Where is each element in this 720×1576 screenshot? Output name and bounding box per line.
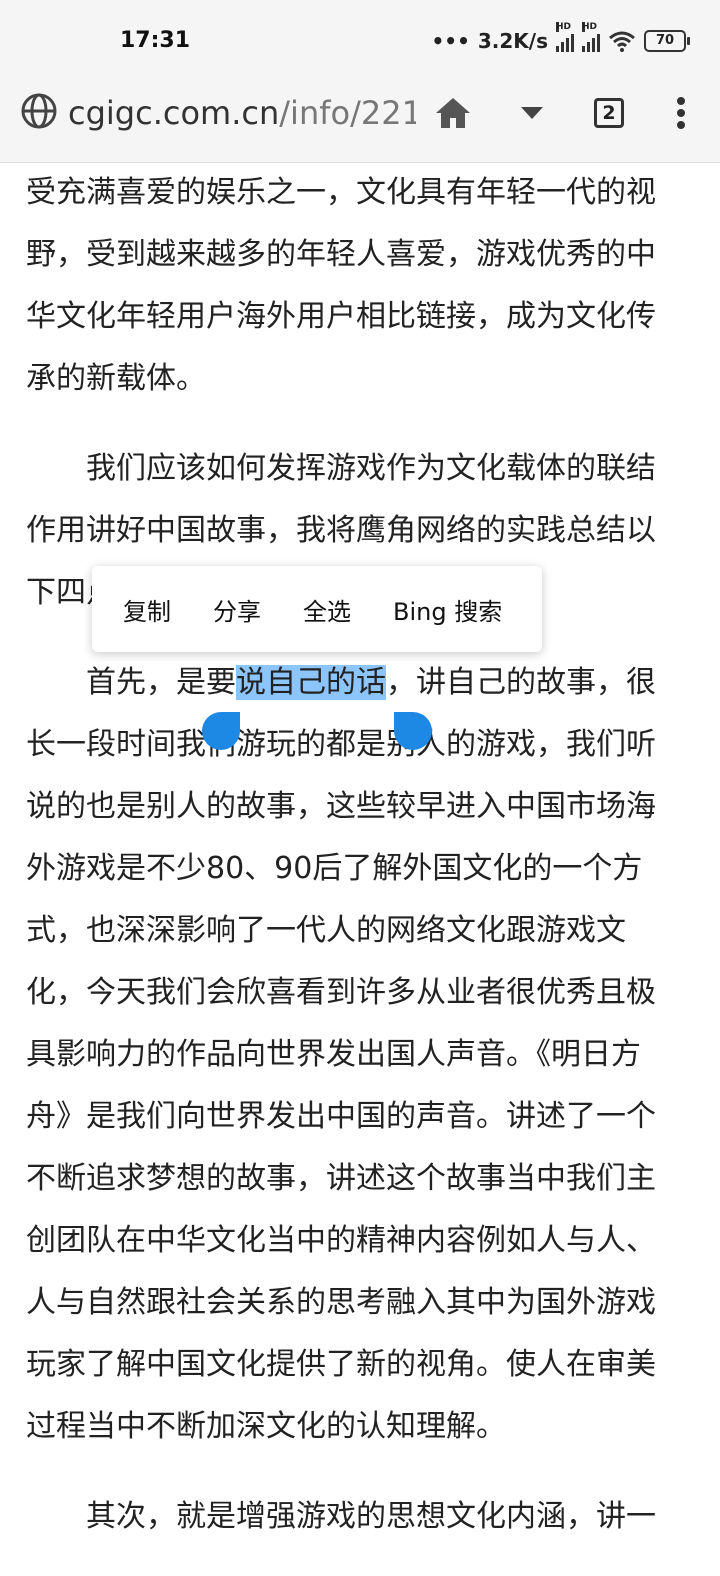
selection-start-handle[interactable]: [202, 712, 240, 750]
hd-signal-icon: HD: [556, 22, 574, 52]
notification-dots: •••: [431, 29, 470, 53]
tab-switcher-button[interactable]: 2: [584, 88, 634, 138]
copy-menu-item[interactable]: 复制: [102, 592, 192, 627]
more-vert-icon: [677, 97, 685, 129]
article-paragraph-3-suffix: ，讲自己的故事，很长一段时间我们游玩的都是别人的游戏，我们听说的也是别人的故事，…: [26, 665, 656, 1444]
selected-text[interactable]: 说自己的话: [236, 665, 386, 700]
selection-end-handle[interactable]: [394, 712, 432, 750]
article-paragraph-1: 受充满喜爱的娱乐之一，文化具有年轻一代的视野，受到越来越多的年轻人喜爱，游戏优秀…: [26, 175, 656, 396]
wifi-icon: [609, 31, 635, 52]
article-paragraph-3-prefix: 首先，是要: [86, 665, 236, 700]
home-icon: [436, 98, 470, 128]
more-menu-button[interactable]: [656, 88, 706, 138]
battery-icon: 70: [644, 30, 690, 52]
hd-signal-icon: HD: [582, 22, 600, 52]
status-indicators: ••• 3.2K/s HD HD 70: [431, 22, 690, 56]
article-body: 受充满喜爱的娱乐之一，文化具有年轻一代的视野，受到越来越多的年轻人喜爱，游戏优秀…: [26, 162, 676, 1576]
url-path: /info/22161.: [279, 94, 416, 132]
tab-switcher-icon: 2: [594, 98, 624, 128]
select-all-menu-item[interactable]: 全选: [282, 592, 372, 627]
dropdown-arrow-icon: [521, 107, 543, 119]
bing-search-menu-item[interactable]: Bing 搜索: [372, 592, 523, 627]
dropdown-button[interactable]: [507, 88, 557, 138]
home-button[interactable]: [428, 88, 478, 138]
article-paragraph-3: 首先，是要说自己的话，讲自己的故事，很长一段时间我们游玩的都是别人的游戏，我们听…: [26, 652, 676, 1458]
browser-address-bar: cgigc.com.cn/info/22161. 2: [0, 78, 720, 163]
status-bar: 17:31 ••• 3.2K/s HD HD 70: [0, 0, 720, 78]
url-domain: cgigc.com.cn: [68, 94, 280, 132]
status-time: 17:31: [120, 28, 191, 53]
globe-icon[interactable]: [20, 92, 58, 130]
article-paragraph-4: 其次，就是增强游戏的思想文化内涵，讲一: [86, 1499, 656, 1534]
network-speed: 3.2K/s: [477, 29, 548, 53]
url-field[interactable]: cgigc.com.cn/info/22161.: [68, 94, 416, 132]
text-selection-menu: 复制 分享 全选 Bing 搜索: [92, 566, 542, 652]
share-menu-item[interactable]: 分享: [192, 592, 282, 627]
